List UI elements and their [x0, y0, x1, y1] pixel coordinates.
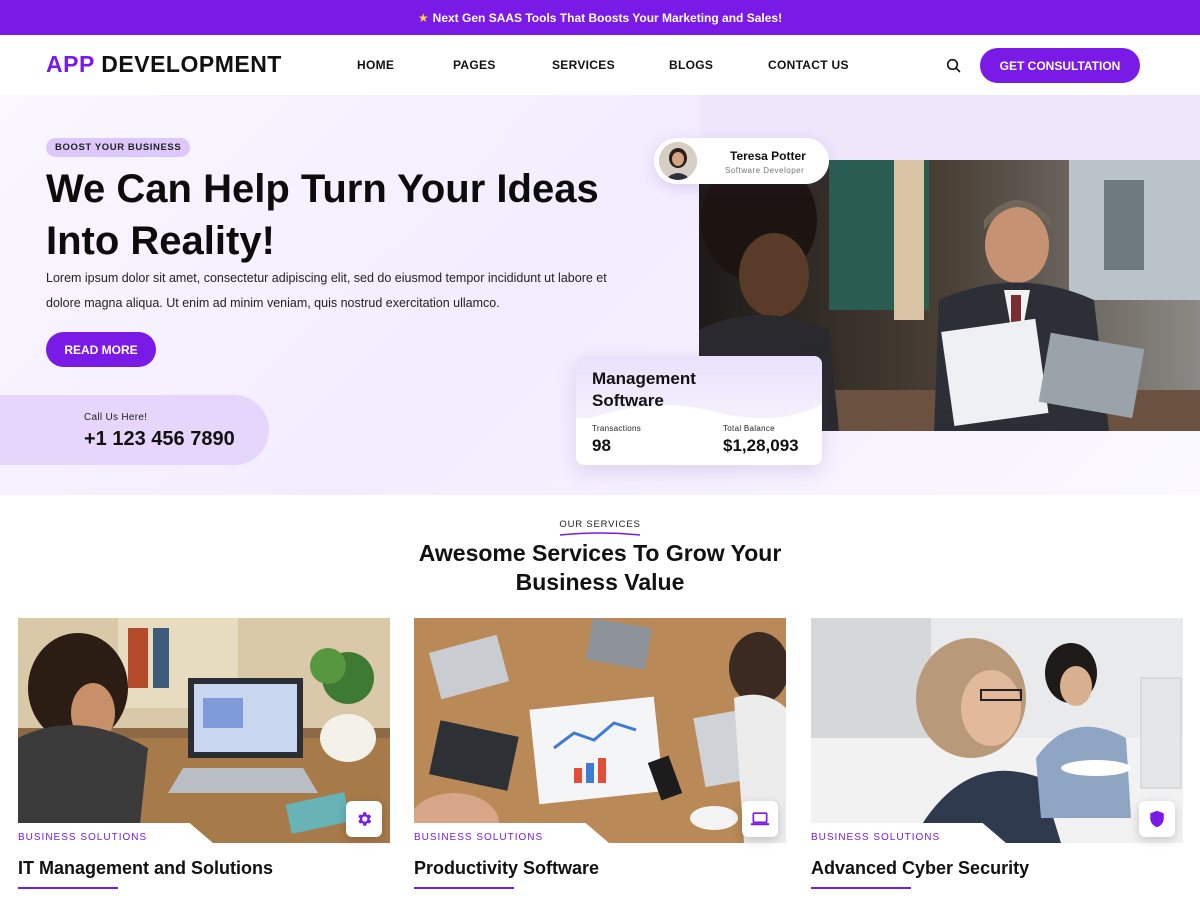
balance-label: Total Balance — [723, 424, 775, 433]
service-image-team-table — [414, 618, 786, 843]
service-card-cyber-security[interactable]: BUSINESS SOLUTIONS Advanced Cyber Securi… — [811, 618, 1183, 900]
services-eyebrow: OUR SERVICES — [559, 519, 641, 530]
card-category: BUSINESS SOLUTIONS — [414, 832, 544, 843]
management-software-card: Management Software Transactions 98 Tota… — [576, 356, 822, 465]
get-consultation-button[interactable]: GET CONSULTATION — [980, 48, 1140, 83]
hero-section: BOOST YOUR BUSINESS We Can Help Turn You… — [0, 95, 1200, 495]
card-underline — [18, 887, 118, 889]
announcement-text: Next Gen SAAS Tools That Boosts Your Mar… — [432, 10, 783, 25]
service-image-office-workers — [811, 618, 1183, 843]
services-title-text: Awesome Services To Grow Your Business V… — [418, 540, 782, 595]
logo-accent: APP — [46, 51, 95, 77]
nav-blogs[interactable]: BLOGS — [669, 58, 713, 72]
card-title[interactable]: IT Management and Solutions — [18, 858, 273, 879]
read-more-button[interactable]: READ MORE — [46, 332, 156, 367]
hero-badge: BOOST YOUR BUSINESS — [46, 138, 191, 157]
shield-icon[interactable] — [1139, 801, 1175, 837]
eyebrow-underline — [559, 532, 641, 536]
service-image-laptop-desk — [18, 618, 390, 843]
nav-services[interactable]: SERVICES — [552, 58, 615, 72]
nav-home[interactable]: HOME — [357, 58, 394, 72]
card-underline — [414, 887, 514, 889]
card-title[interactable]: Productivity Software — [414, 858, 599, 879]
logo-rest: DEVELOPMENT — [101, 51, 282, 77]
hero-title: We Can Help Turn Your Ideas Into Reality… — [46, 167, 599, 263]
service-card-it-management[interactable]: BUSINESS SOLUTIONS IT Management and Sol… — [18, 618, 390, 900]
call-label: Call Us Here! — [84, 412, 148, 423]
nav-pages[interactable]: PAGES — [453, 58, 496, 72]
star-icon: ★ — [417, 10, 429, 25]
services-title: Awesome Services To Grow Your Business V… — [0, 539, 1200, 597]
nav-contact-us[interactable]: CONTACT US — [768, 58, 849, 72]
profile-card: Teresa Potter Software Developer — [654, 138, 829, 184]
site-header: APP DEVELOPMENT HOME PAGES SERVICES BLOG… — [0, 35, 1200, 95]
transactions-value: 98 — [592, 436, 611, 455]
hero-text: Lorem ipsum dolor sit amet, consectetur … — [46, 271, 607, 310]
service-card-productivity[interactable]: BUSINESS SOLUTIONS Productivity Software — [414, 618, 786, 900]
call-number[interactable]: +1 123 456 7890 — [84, 428, 235, 451]
transactions-label: Transactions — [592, 424, 642, 433]
announcement-bar: ★ Next Gen SAAS Tools That Boosts Your M… — [0, 0, 1200, 35]
search-icon[interactable] — [945, 57, 963, 75]
card-category: BUSINESS SOLUTIONS — [18, 832, 148, 843]
logo[interactable]: APP DEVELOPMENT — [46, 51, 282, 78]
balance-value: $1,28,093 — [723, 436, 799, 455]
card-category: BUSINESS SOLUTIONS — [811, 832, 941, 843]
card-underline — [811, 887, 911, 889]
management-title: Management Software — [592, 369, 696, 410]
avatar — [659, 142, 697, 180]
profile-role: Software Developer — [725, 166, 805, 175]
profile-name: Teresa Potter — [730, 149, 806, 163]
card-title[interactable]: Advanced Cyber Security — [811, 858, 1029, 879]
laptop-icon[interactable] — [742, 801, 778, 837]
gear-icon[interactable] — [346, 801, 382, 837]
